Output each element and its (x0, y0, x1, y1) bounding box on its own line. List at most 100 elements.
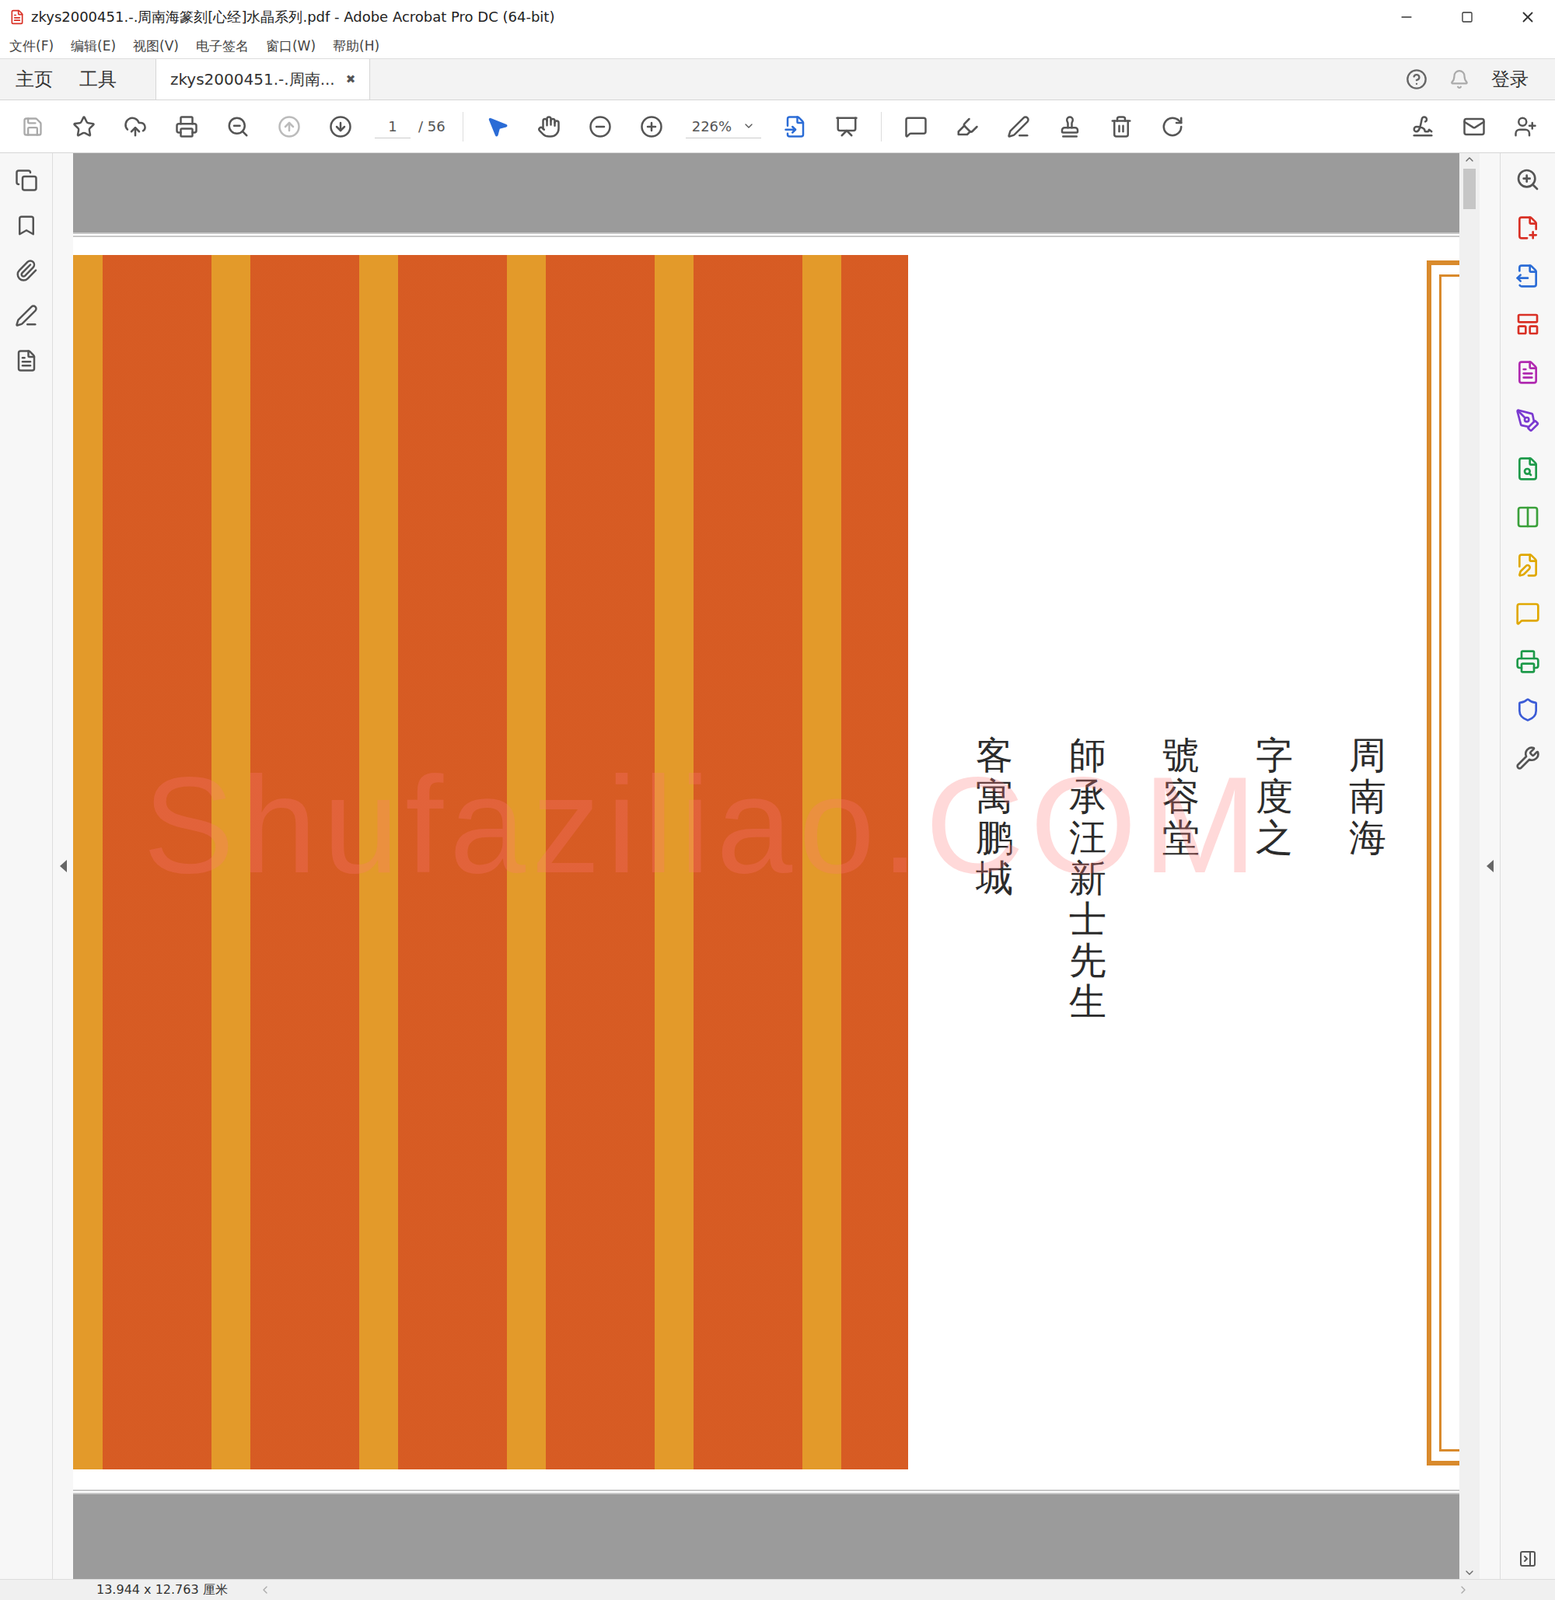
close-button[interactable] (1500, 0, 1555, 35)
zoom-out-button[interactable] (583, 109, 618, 144)
compare-icon[interactable] (1515, 504, 1541, 530)
text-column: 字度之 (1255, 734, 1293, 1023)
right-collapse[interactable] (1479, 153, 1500, 1580)
text-column: 周南海 (1348, 734, 1387, 1023)
plus-icon (639, 115, 664, 139)
more-tools-icon[interactable] (1515, 745, 1541, 771)
rotate-button[interactable] (1155, 109, 1190, 144)
delete-button[interactable] (1104, 109, 1139, 144)
menu-item[interactable]: 窗口(W) (265, 37, 316, 56)
comment-icon[interactable] (1515, 601, 1541, 626)
upload-button[interactable] (118, 109, 153, 144)
tab[interactable]: 工具 (68, 59, 128, 100)
page-field[interactable]: 1 (374, 115, 411, 139)
attachment-icon[interactable] (14, 258, 39, 283)
highlighter-icon (955, 115, 979, 139)
help-icon[interactable] (1405, 68, 1428, 91)
print-button[interactable] (169, 109, 204, 144)
title-bar: zkys2000451.-.周南海篆刻[心经]水晶系列.pdf - Adobe … (0, 0, 1555, 35)
pen-icon (1006, 115, 1031, 139)
tools-pane (1499, 153, 1555, 1580)
left-collapse[interactable] (52, 153, 74, 1580)
comment-icon (904, 115, 928, 139)
collapse-left-icon (59, 859, 67, 873)
prev-page-button[interactable] (272, 109, 307, 144)
find-button[interactable] (220, 109, 256, 144)
minimize-button[interactable] (1379, 0, 1434, 35)
protect-icon[interactable] (1515, 697, 1541, 723)
maximize-button[interactable] (1439, 0, 1495, 35)
export-pdf-icon[interactable] (1515, 263, 1541, 289)
zoom-field[interactable]: 226% (685, 115, 762, 139)
tab[interactable]: zkys2000451.-.周南...✖ (155, 59, 371, 100)
document-icon[interactable] (14, 349, 39, 373)
menu-item[interactable]: 视图(V) (132, 37, 179, 56)
minus-icon (588, 115, 612, 139)
bell-icon[interactable] (1449, 69, 1470, 90)
pointer-icon (485, 115, 510, 139)
comment-button[interactable] (898, 109, 933, 144)
menu-item[interactable]: 编辑(E) (70, 37, 116, 56)
text-column: 號容堂 (1162, 734, 1200, 1023)
scan-icon[interactable] (1515, 456, 1541, 482)
pdf-icon (9, 9, 25, 25)
mail-icon (1462, 115, 1486, 139)
arrow-down-icon (328, 115, 353, 139)
select-button[interactable] (480, 109, 515, 144)
user-plus-icon (1513, 115, 1538, 139)
page-indicator: 1/ 56 (374, 115, 446, 139)
left-rail (0, 153, 53, 1580)
mail-button[interactable] (1457, 109, 1492, 144)
scroll-up-icon (1463, 153, 1476, 166)
read-mode-button[interactable] (829, 109, 864, 144)
menu-item[interactable]: 电子签名 (195, 37, 249, 56)
trash-icon (1109, 115, 1133, 139)
next-page-button[interactable] (323, 109, 358, 144)
collapse-pane-icon[interactable] (1518, 1549, 1538, 1569)
text-column: 客寓鹏城 (975, 734, 1014, 1023)
watermark: Shufaziliao.COM (143, 746, 1264, 904)
hand-button[interactable] (531, 109, 567, 144)
chevron-down-icon (742, 119, 755, 133)
tab[interactable]: 主页 (4, 59, 64, 100)
prepare-form-icon[interactable] (1515, 552, 1541, 578)
bookmark-button[interactable] (66, 109, 102, 144)
save-button[interactable] (15, 109, 50, 144)
zoom-icon[interactable] (1515, 167, 1541, 193)
print-production-icon[interactable] (1515, 649, 1541, 675)
login-button[interactable]: 登录 (1491, 66, 1529, 92)
highlight-button[interactable] (950, 109, 985, 144)
maximize-icon (1460, 10, 1474, 24)
menu-item[interactable]: 文件(F) (9, 37, 54, 56)
toolbar: 1/ 56 226% (0, 100, 1555, 154)
tab-close[interactable]: ✖ (345, 72, 357, 87)
stamp-button[interactable] (1052, 109, 1087, 144)
document-viewer: 周南海字度之號容堂師承汪新士先生客寓鹏城Shufaziliao.COM (73, 153, 1460, 1580)
vertical-text: 周南海字度之號容堂師承汪新士先生客寓鹏城 (975, 237, 1387, 1023)
signature-panel-icon[interactable] (14, 304, 39, 328)
horizontal-scrollbar[interactable] (258, 1583, 1555, 1597)
zoom-in-button[interactable] (634, 109, 669, 144)
menu-bar: 文件(F) 编辑(E) 视图(V) 电子签名窗口(W) 帮助(H) (0, 34, 1555, 59)
fill-sign-icon[interactable] (1515, 408, 1541, 434)
scroll-left-icon (258, 1583, 272, 1597)
pdf-page: 周南海字度之號容堂師承汪新士先生客寓鹏城Shufaziliao.COM (73, 232, 1460, 1495)
bookmark-icon[interactable] (14, 213, 39, 238)
create-pdf-icon[interactable] (1515, 215, 1541, 241)
menu-item[interactable]: 帮助(H) (332, 37, 380, 56)
sign-button[interactable] (1405, 109, 1440, 144)
vertical-scrollbar[interactable] (1459, 153, 1480, 1580)
draw-button[interactable] (1001, 109, 1036, 144)
fit-page-icon (783, 115, 808, 139)
share-button[interactable] (1508, 109, 1543, 144)
status-bar: 13.944 x 12.763 厘米 (0, 1579, 1555, 1600)
organize-icon[interactable] (1515, 311, 1541, 337)
fit-button[interactable] (778, 109, 813, 144)
edit-pdf-icon[interactable] (1515, 359, 1541, 385)
window-title: zkys2000451.-.周南海篆刻[心经]水晶系列.pdf - Adobe … (31, 7, 1374, 27)
tab-bar: 主页工具 zkys2000451.-.周南...✖ 登录 (0, 58, 1555, 101)
scroll-thumb[interactable] (1463, 168, 1476, 210)
printer-icon (174, 115, 199, 139)
page-frame (1426, 260, 1460, 1466)
pages-icon[interactable] (14, 168, 39, 193)
